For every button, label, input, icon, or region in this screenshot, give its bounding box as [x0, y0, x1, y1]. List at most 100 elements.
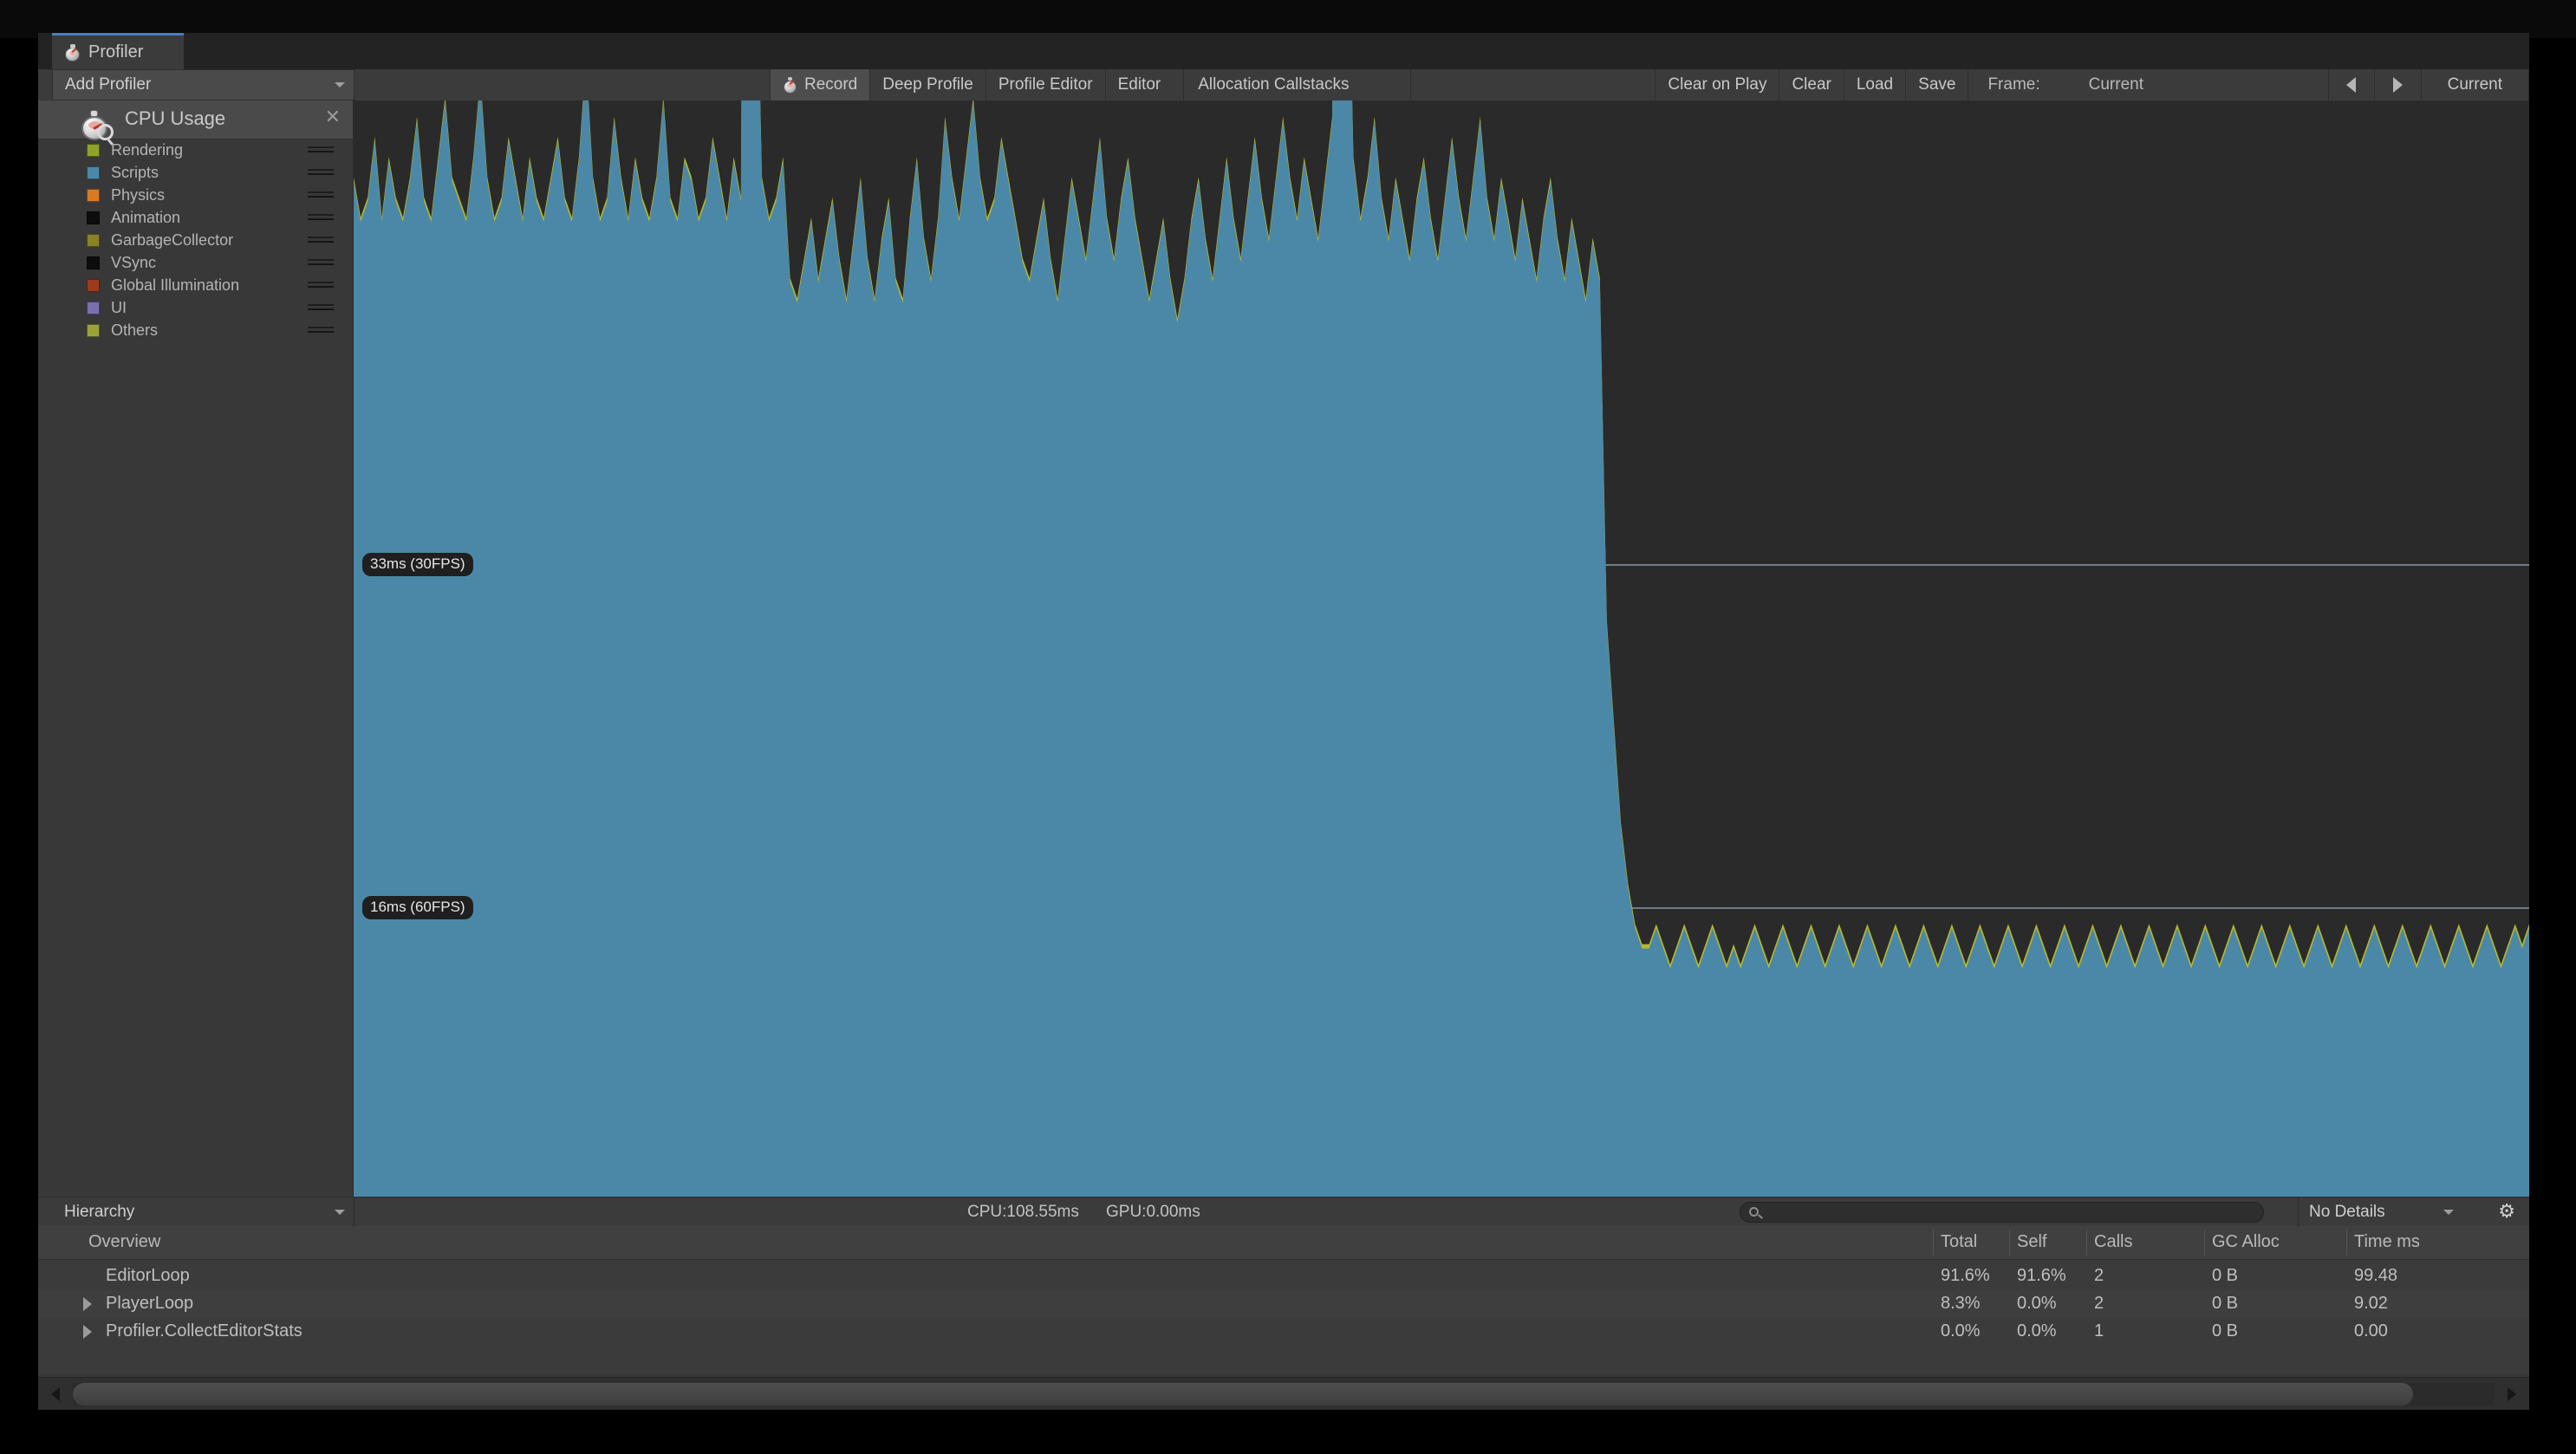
cpu-usage-graph[interactable]: 33ms (30FPS) 16ms (60FPS) [354, 101, 2529, 1197]
legend-color-swatch [87, 256, 100, 269]
drag-handle-icon[interactable] [308, 237, 334, 245]
clear-label: Clear [1792, 75, 1831, 94]
next-frame-button[interactable] [2375, 69, 2422, 101]
legend-item-rendering[interactable]: Rendering [38, 139, 353, 161]
row-cell: 0.0% [1941, 1321, 1981, 1340]
series-scripts [354, 101, 2529, 1197]
load-label: Load [1856, 75, 1894, 94]
allocation-callstacks-dropdown[interactable]: Allocation Callstacks [1184, 69, 1412, 101]
table-header-self[interactable]: Self [2017, 1232, 2046, 1252]
record-label: Record [804, 75, 858, 94]
gridline-label-16ms: 16ms (60FPS) [362, 896, 473, 919]
current-frame-label: Current [2447, 75, 2502, 94]
legend-item-garbagecollector[interactable]: GarbageCollector [38, 229, 353, 251]
column-divider[interactable] [2346, 1230, 2347, 1256]
search-input[interactable] [1740, 1202, 2264, 1223]
legend-item-label: Others [111, 321, 159, 339]
drag-handle-icon[interactable] [308, 214, 334, 223]
frame-value: Current [2088, 75, 2143, 94]
deep-profile-button[interactable]: Deep Profile [870, 69, 986, 101]
legend-item-ui[interactable]: UI [38, 296, 353, 319]
row-cell: 99.48 [2354, 1266, 2398, 1285]
details-dropdown[interactable]: No Details [2298, 1198, 2462, 1227]
table-row[interactable]: EditorLoop 91.6% 91.6% 2 0 B 99.48 [38, 1263, 2529, 1290]
details-label: No Details [2309, 1203, 2385, 1221]
triangle-left-icon [51, 1386, 60, 1401]
column-divider[interactable] [2086, 1230, 2087, 1256]
save-button[interactable]: Save [1906, 69, 1969, 101]
legend-item-animation[interactable]: Animation [38, 206, 353, 229]
legend-color-swatch [87, 188, 100, 202]
add-profiler-label: Add Profiler [65, 75, 152, 94]
row-cell: 8.3% [1941, 1294, 1981, 1313]
legend-item-global-illumination[interactable]: Global Illumination [38, 274, 353, 296]
table-row[interactable]: PlayerLoop 8.3% 0.0% 2 0 B 9.02 [38, 1290, 2529, 1318]
row-cell: 2 [2094, 1294, 2104, 1313]
drag-handle-icon[interactable] [308, 327, 334, 335]
column-divider[interactable] [2204, 1230, 2205, 1256]
table-header-calls[interactable]: Calls [2094, 1232, 2132, 1252]
legend-item-physics[interactable]: Physics [38, 184, 353, 206]
close-icon[interactable]: ✕ [325, 107, 341, 127]
triangle-right-icon [2508, 1386, 2516, 1401]
clear-button[interactable]: Clear [1779, 69, 1844, 101]
search-icon [1749, 1207, 1759, 1217]
row-cell: 0.0% [2017, 1321, 2057, 1340]
view-type-dropdown[interactable]: Hierarchy [52, 1198, 355, 1227]
unity-editor-window: Profiler Add Profiler Record Deep Profil… [0, 0, 2576, 1454]
deep-profile-label: Deep Profile [882, 75, 973, 94]
table-header-total[interactable]: Total [1941, 1232, 1977, 1252]
table-row[interactable]: Profiler.CollectEditorStats 0.0% 0.0% 1 0 B 0… [38, 1318, 2529, 1346]
legend-item-others[interactable]: Others [38, 319, 353, 341]
row-cell: 0 B [2212, 1321, 2239, 1340]
tab-strip: Profiler [38, 33, 2529, 69]
scroll-right-button[interactable] [2495, 1378, 2529, 1410]
module-sidebar: CPU Usage ✕ Rendering Scripts Physics Anima… [38, 101, 354, 1265]
load-button[interactable]: Load [1844, 69, 1907, 101]
drag-handle-icon[interactable] [308, 304, 334, 313]
legend-item-label: Physics [111, 185, 166, 204]
expand-arrow-icon[interactable] [83, 1297, 92, 1311]
scrollbar-thumb[interactable] [73, 1382, 2413, 1405]
hierarchy-bar: Hierarchy CPU:108.55ms GPU:0.00ms No Det… [38, 1197, 2529, 1228]
drag-handle-icon[interactable] [308, 191, 334, 200]
drag-handle-icon[interactable] [308, 282, 334, 290]
record-button[interactable]: Record [770, 69, 871, 101]
drag-handle-icon[interactable] [308, 146, 334, 155]
legend-color-swatch [87, 143, 100, 157]
legend-item-scripts[interactable]: Scripts [38, 161, 353, 184]
stopwatch-icon [64, 43, 81, 62]
row-name: PlayerLoop [106, 1294, 194, 1313]
scroll-left-button[interactable] [38, 1378, 73, 1410]
prev-frame-button[interactable] [2327, 69, 2375, 101]
profile-editor-button[interactable]: Profile Editor [986, 69, 1106, 101]
allocation-callstacks-label: Allocation Callstacks [1198, 75, 1350, 94]
table-header-time-ms[interactable]: Time ms [2354, 1232, 2420, 1252]
overview-table: Overview Total Self Calls GC Alloc Time ms Ed… [38, 1226, 2529, 1373]
table-header-gc-alloc[interactable]: GC Alloc [2212, 1232, 2280, 1252]
triangle-left-icon [2346, 77, 2357, 93]
cpu-usage-module-header[interactable]: CPU Usage ✕ [38, 101, 353, 146]
row-cell: 0.00 [2354, 1321, 2388, 1340]
legend-item-label: Rendering [111, 140, 184, 159]
legend-item-label: UI [111, 298, 127, 316]
legend-item-label: GarbageCollector [111, 230, 234, 249]
table-header-overview[interactable]: Overview [88, 1232, 160, 1252]
current-frame-button[interactable]: Current [2421, 69, 2529, 101]
chevron-down-icon [2443, 1210, 2454, 1215]
add-profiler-dropdown[interactable]: Add Profiler [52, 69, 355, 101]
tab-profiler[interactable]: Profiler [52, 33, 184, 69]
gear-icon[interactable]: ⚙ [2498, 1202, 2515, 1221]
clear-on-play-label: Clear on Play [1668, 75, 1767, 94]
drag-handle-icon[interactable] [308, 259, 334, 268]
expand-arrow-icon[interactable] [83, 1325, 92, 1339]
scrollbar-track[interactable] [73, 1382, 2495, 1405]
triangle-right-icon [2392, 77, 2403, 93]
column-divider[interactable] [2009, 1230, 2010, 1256]
horizontal-scrollbar[interactable] [38, 1377, 2529, 1410]
clear-on-play-button[interactable]: Clear on Play [1655, 69, 1780, 101]
drag-handle-icon[interactable] [308, 169, 334, 178]
target-dropdown[interactable]: Editor [1105, 69, 1185, 101]
column-divider[interactable] [1933, 1230, 1934, 1256]
legend-item-vsync[interactable]: VSync [38, 251, 353, 274]
